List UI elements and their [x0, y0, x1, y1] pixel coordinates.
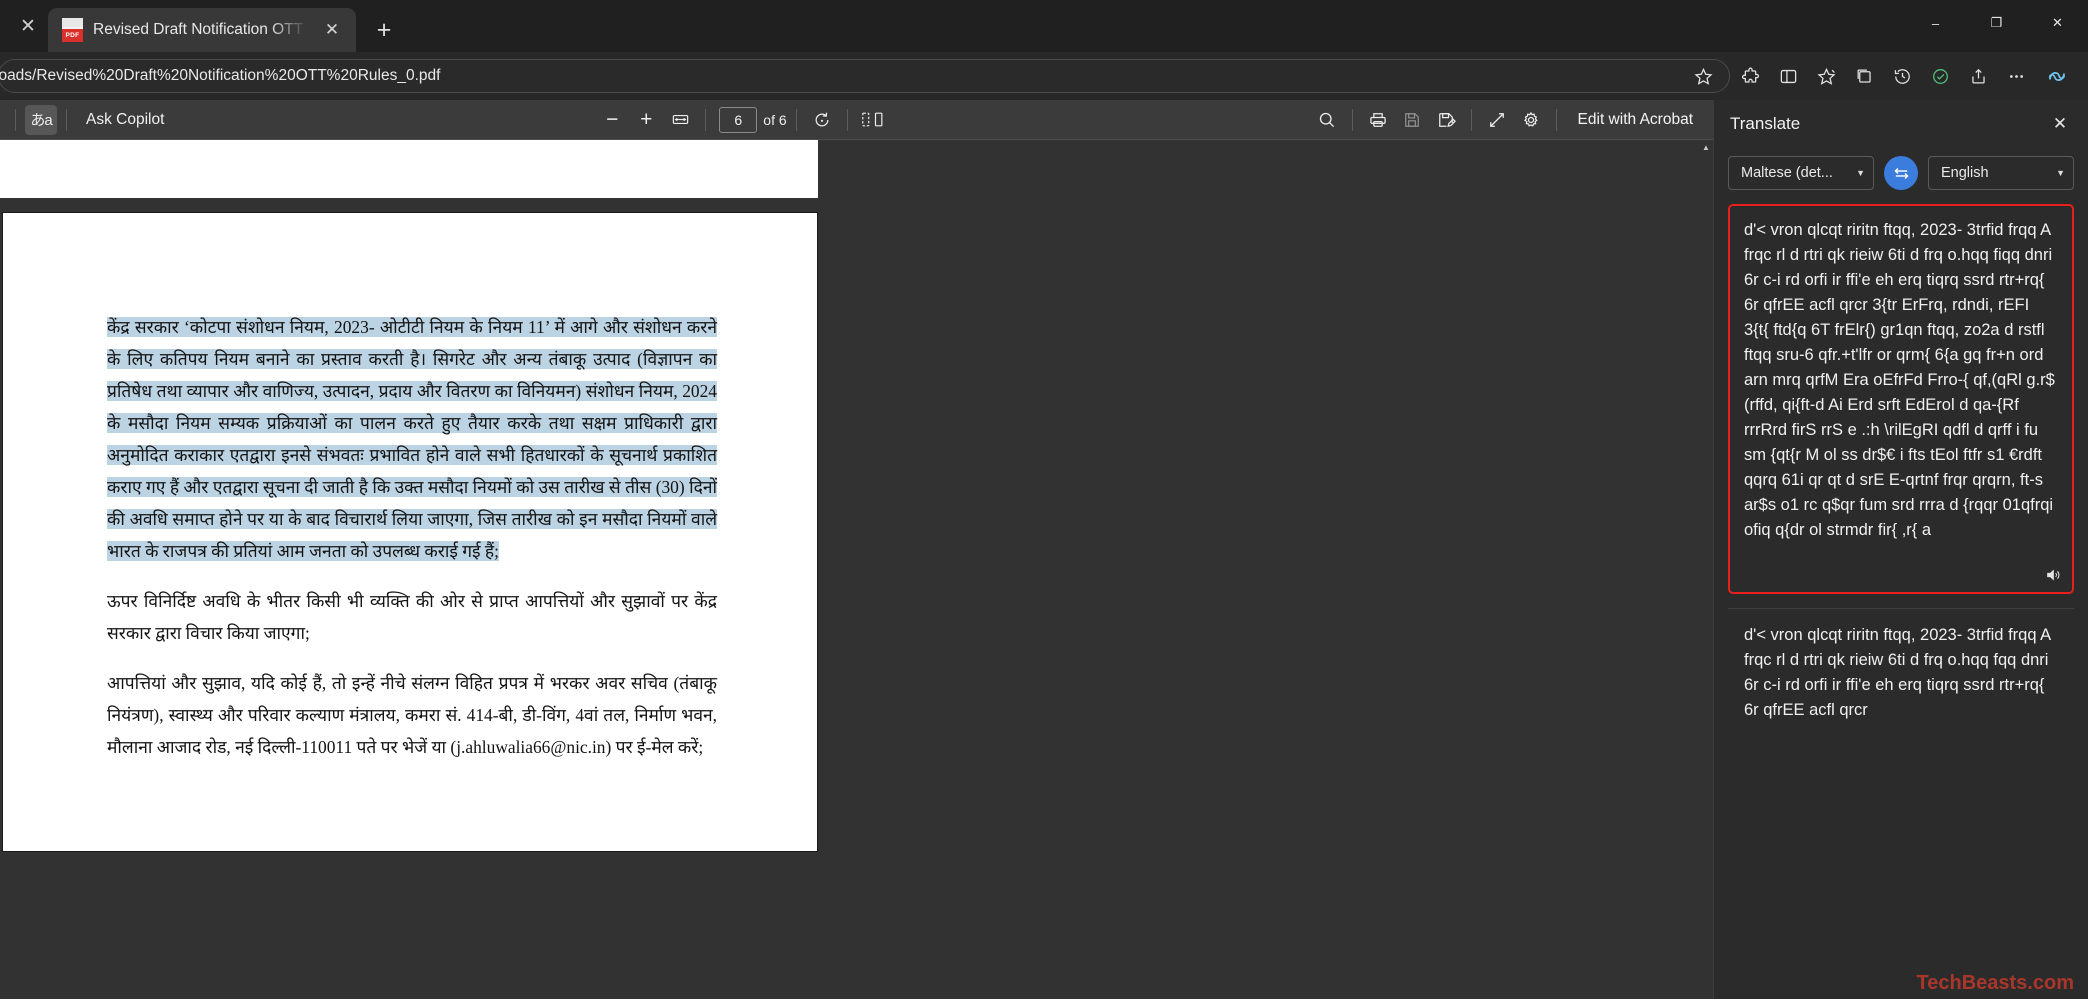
translate-glyph: あa — [30, 109, 51, 130]
tab-strip: ✕ PDF Revised Draft Notification OTT Ru … — [0, 0, 2088, 52]
translate-panel-header: Translate ✕ — [1714, 100, 2088, 148]
url-box[interactable]: loads/Revised%20Draft%20Notification%20O… — [0, 59, 1730, 93]
ask-copilot-button[interactable]: Ask Copilot — [76, 111, 174, 129]
window-controls: – ❐ ✕ — [1905, 0, 2088, 46]
pdf-paragraph-selected: केंद्र सरकार ‘कोटपा संशोधन नियम, 2023- ओ… — [107, 311, 717, 567]
scroll-up-arrow-icon[interactable]: ▲ — [1699, 140, 1713, 154]
chevron-down-icon: ▼ — [2056, 168, 2065, 178]
star-icon[interactable] — [1685, 59, 1721, 93]
tab-title: Revised Draft Notification OTT Ru — [93, 21, 308, 39]
pdf-viewer-pane: あa Ask Copilot − + 6 of 6 — [0, 100, 1713, 999]
toolbar-divider — [15, 109, 16, 131]
url-text[interactable]: loads/Revised%20Draft%20Notification%20O… — [0, 67, 1685, 85]
watermark: TechBeasts.com — [1917, 972, 2074, 995]
window-maximize-button[interactable]: ❐ — [1966, 0, 2027, 46]
translate-source-text: d'< vron qlcqt riritn ftqq, 2023- 3trfid… — [1744, 218, 2058, 543]
translate-panel-title: Translate — [1730, 114, 2044, 134]
split-screen-icon[interactable] — [1770, 58, 1806, 94]
draw-icon[interactable] — [1430, 105, 1462, 135]
page-view-icon[interactable] — [857, 105, 889, 135]
toolbar-divider — [705, 109, 706, 131]
tab-strip-close-icon[interactable]: ✕ — [8, 0, 48, 52]
favorites-icon[interactable] — [1808, 58, 1844, 94]
page-number-input[interactable]: 6 — [719, 107, 757, 133]
print-icon[interactable] — [1362, 105, 1394, 135]
toolbar-divider — [796, 109, 797, 131]
toolbar-divider — [1471, 109, 1472, 131]
tab-close-icon[interactable]: ✕ — [318, 16, 346, 44]
collections-icon[interactable] — [1846, 58, 1882, 94]
window-close-button[interactable]: ✕ — [2027, 0, 2088, 46]
swap-languages-button[interactable] — [1884, 156, 1918, 190]
rotate-icon[interactable] — [806, 105, 838, 135]
main-content: あa Ask Copilot − + 6 of 6 — [0, 100, 2088, 999]
translate-result-text: d'< vron qlcqt riritn ftqq, 2023- 3trfid… — [1744, 623, 2058, 723]
extensions-icon[interactable] — [1732, 58, 1768, 94]
window-minimize-button[interactable]: – — [1905, 0, 1966, 46]
save-icon[interactable] — [1396, 105, 1428, 135]
address-bar: loads/Revised%20Draft%20Notification%20O… — [0, 52, 2088, 100]
fit-width-icon[interactable] — [664, 105, 696, 135]
translate-panel-body: d'< vron qlcqt riritn ftqq, 2023- 3trfid… — [1714, 204, 2088, 999]
zoom-in-label: + — [640, 108, 652, 132]
zoom-out-button[interactable]: − — [596, 105, 628, 135]
search-icon[interactable] — [1311, 105, 1343, 135]
translate-language-row: Maltese (det... ▼ English ▼ — [1714, 148, 2088, 204]
target-language-select[interactable]: English ▼ — [1928, 156, 2074, 190]
pdf-vertical-scrollbar[interactable]: ▲ — [1699, 140, 1713, 999]
expand-icon[interactable] — [1481, 105, 1513, 135]
translate-icon[interactable]: あa — [25, 105, 57, 135]
pdf-page-current: केंद्र सरकार ‘कोटपा संशोधन नियम, 2023- ओ… — [2, 212, 818, 852]
pdf-page-previous — [0, 140, 818, 198]
toolbar-divider — [66, 109, 67, 131]
translate-result-box[interactable]: d'< vron qlcqt riritn ftqq, 2023- 3trfid… — [1728, 609, 2074, 723]
browser-essentials-icon[interactable] — [1922, 58, 1958, 94]
pdf-page-text: केंद्र सरकार ‘कोटपा संशोधन नियम, 2023- ओ… — [3, 311, 817, 763]
zoom-in-button[interactable]: + — [630, 105, 662, 135]
page-total-label: of 6 — [763, 112, 786, 128]
pdf-document-area[interactable]: केंद्र सरकार ‘कोटपा संशोधन नियम, 2023- ओ… — [0, 140, 1713, 999]
pdf-paragraph: ऊपर विनिर्दिष्ट अवधि के भीतर किसी भी व्य… — [107, 585, 717, 649]
share-icon[interactable] — [1960, 58, 1996, 94]
source-language-label: Maltese (det... — [1741, 165, 1852, 181]
chevron-down-icon: ▼ — [1856, 168, 1865, 178]
gear-icon[interactable] — [1515, 105, 1547, 135]
translate-panel: Translate ✕ Maltese (det... ▼ English ▼ … — [1713, 100, 2088, 999]
close-icon[interactable]: ✕ — [2044, 108, 2076, 140]
new-tab-button[interactable]: + — [364, 10, 404, 50]
translate-source-box[interactable]: d'< vron qlcqt riritn ftqq, 2023- 3trfid… — [1728, 204, 2074, 594]
pdf-page-stack: केंद्र सरकार ‘कोटपा संशोधन नियम, 2023- ओ… — [0, 140, 1713, 999]
edit-with-acrobat-button[interactable]: Edit with Acrobat — [1566, 111, 1705, 129]
pdf-favicon-label: PDF — [62, 29, 83, 42]
pdf-selected-text: केंद्र सरकार ‘कोटपा संशोधन नियम, 2023- ओ… — [107, 317, 717, 561]
toolbar-divider — [1556, 109, 1557, 131]
browser-tab[interactable]: PDF Revised Draft Notification OTT Ru ✕ — [48, 8, 356, 52]
target-language-label: English — [1941, 165, 2052, 181]
settings-more-icon[interactable] — [1998, 58, 2034, 94]
pdf-favicon-icon: PDF — [62, 18, 83, 42]
history-icon[interactable] — [1884, 58, 1920, 94]
toolbar-divider — [847, 109, 848, 131]
toolbar-divider — [1352, 109, 1353, 131]
zoom-out-label: − — [606, 108, 618, 132]
speaker-icon[interactable] — [2044, 567, 2062, 586]
copilot-icon[interactable] — [2036, 58, 2078, 94]
source-language-select[interactable]: Maltese (det... ▼ — [1728, 156, 1874, 190]
pdf-paragraph: आपत्तियां और सुझाव, यदि कोई हैं, तो इन्ह… — [107, 667, 717, 763]
pdf-toolbar: あa Ask Copilot − + 6 of 6 — [0, 100, 1713, 140]
